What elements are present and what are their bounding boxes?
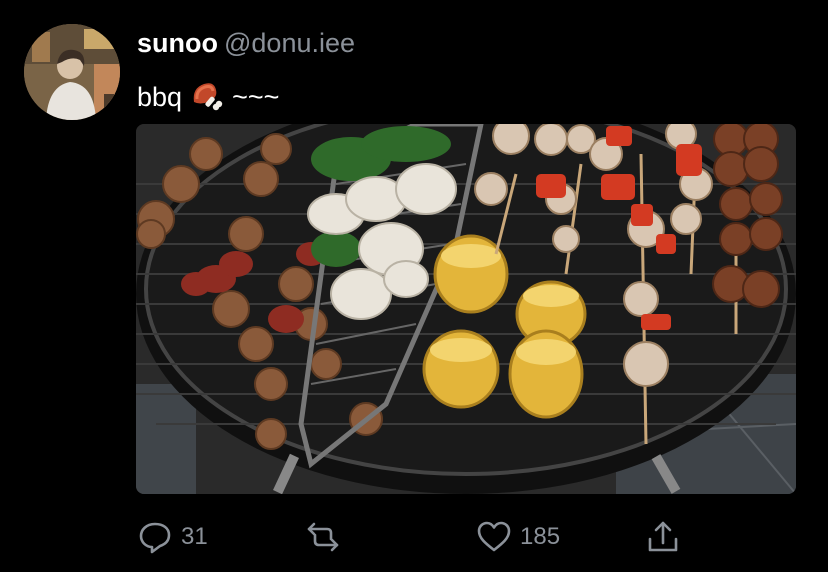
tweet-media-image[interactable] xyxy=(136,124,796,494)
retweet-button[interactable] xyxy=(305,514,349,560)
share-icon xyxy=(645,519,681,555)
tweet-header: sunoo @donu.iee xyxy=(137,27,355,59)
reply-icon xyxy=(137,519,173,555)
like-button[interactable]: 185 xyxy=(476,514,560,560)
display-name[interactable]: sunoo xyxy=(137,28,218,58)
reply-count: 31 xyxy=(181,523,208,550)
heart-icon xyxy=(476,519,512,555)
retweet-icon xyxy=(305,519,341,555)
avatar-photo xyxy=(24,24,120,120)
meat-on-bone-emoji-icon xyxy=(188,76,224,120)
like-count: 185 xyxy=(520,523,561,550)
share-button[interactable] xyxy=(645,514,681,560)
tweet-actions: 31 185 xyxy=(0,514,828,560)
user-handle[interactable]: @donu.iee xyxy=(224,28,355,58)
avatar[interactable] xyxy=(24,24,120,120)
reply-button[interactable]: 31 xyxy=(137,514,208,560)
tweet-text-bbq: bbq xyxy=(137,82,183,112)
tweet-text-tilde: ~~~ xyxy=(232,82,280,112)
bbq-grill-photo xyxy=(136,124,796,494)
tweet-text: bbq ~~~ xyxy=(137,76,279,120)
